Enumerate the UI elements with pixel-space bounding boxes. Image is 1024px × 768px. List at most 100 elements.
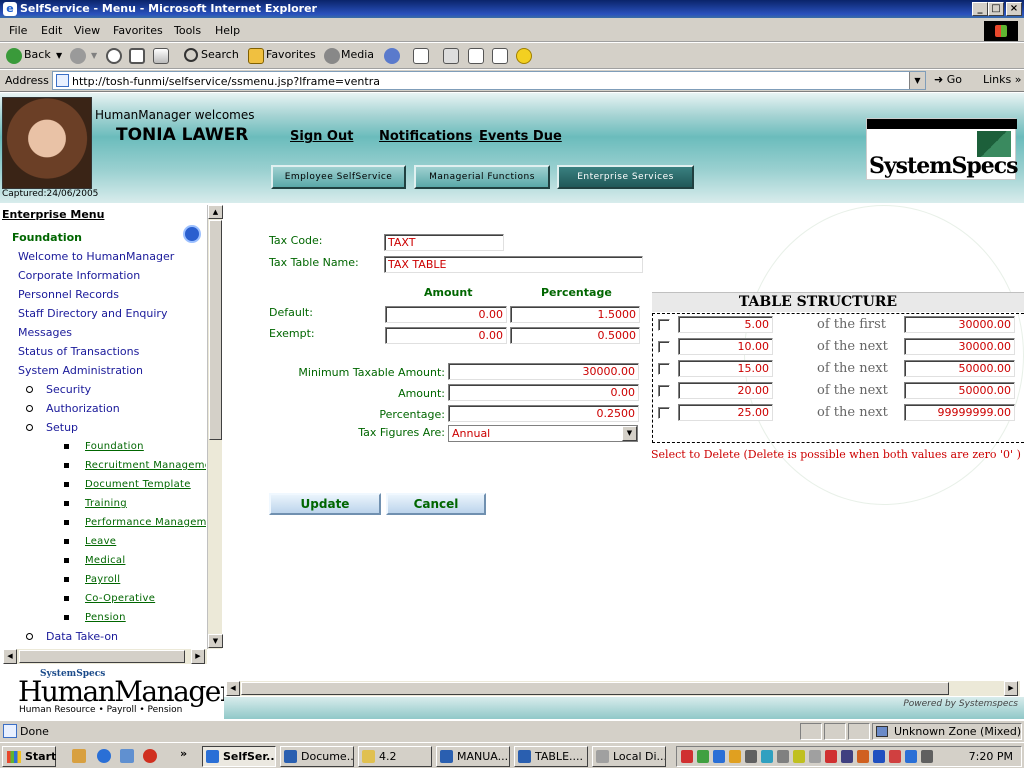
search-button[interactable]: Search	[201, 48, 239, 61]
tray-icon[interactable]	[873, 750, 885, 763]
setup-item-leave[interactable]: Leave	[85, 536, 116, 547]
tray-icon[interactable]	[889, 750, 901, 763]
address-dropdown-icon[interactable]: ▼	[909, 72, 925, 89]
tray-icon[interactable]	[905, 750, 917, 763]
update-button[interactable]: Update	[269, 493, 381, 515]
row-delete-checkbox[interactable]	[658, 319, 670, 331]
maximize-button[interactable]: □	[988, 2, 1004, 16]
discuss-icon[interactable]	[492, 48, 508, 64]
exempt-amount-input[interactable]: 0.00	[385, 327, 507, 344]
menu-item-staff-directory[interactable]: Staff Directory and Enquiry	[18, 307, 167, 320]
messenger-icon[interactable]	[516, 48, 532, 64]
task-document[interactable]: Docume...	[280, 746, 354, 767]
setup-item-payroll[interactable]: Payroll	[85, 574, 120, 585]
menu-help[interactable]: Help	[215, 24, 240, 37]
task-selfservice[interactable]: SelfSer...	[202, 746, 276, 767]
back-button[interactable]: Back	[24, 48, 51, 61]
tray-icon[interactable]	[777, 750, 789, 763]
scroll-left-icon[interactable]: ◀	[3, 649, 17, 664]
scroll-down-icon[interactable]: ▼	[208, 634, 223, 648]
menu-favorites[interactable]: Favorites	[113, 24, 163, 37]
menu-item-corporate-information[interactable]: Corporate Information	[18, 269, 140, 282]
limit-input[interactable]: 50000.00	[904, 360, 1015, 377]
row-delete-checkbox[interactable]	[658, 407, 670, 419]
quicklaunch-media-icon[interactable]	[143, 749, 157, 763]
default-amount-input[interactable]: 0.00	[385, 306, 507, 323]
quicklaunch-ie-icon[interactable]	[97, 749, 111, 763]
scroll-right-icon[interactable]: ▶	[1004, 681, 1018, 696]
scroll-up-icon[interactable]: ▲	[208, 205, 223, 219]
rate-input[interactable]: 20.00	[678, 382, 773, 399]
menu-item-setup[interactable]: Setup	[46, 421, 78, 434]
scroll-thumb[interactable]	[241, 682, 949, 695]
task-local-disk[interactable]: Local Di...	[592, 746, 666, 767]
tray-icon[interactable]	[745, 750, 757, 763]
collapse-icon[interactable]	[183, 225, 201, 243]
close-button[interactable]: ×	[1006, 2, 1022, 16]
scroll-thumb[interactable]	[19, 650, 185, 663]
menu-item-data-take-on[interactable]: Data Take-on	[46, 630, 118, 643]
task-folder-4-2[interactable]: 4.2	[358, 746, 432, 767]
setup-item-recruitment[interactable]: Recruitment Management	[85, 460, 206, 471]
tab-employee-selfservice[interactable]: Employee SelfService	[271, 165, 406, 189]
menu-item-messages[interactable]: Messages	[18, 326, 72, 339]
percentage-input[interactable]: 0.2500	[448, 405, 639, 422]
tray-icon[interactable]	[681, 750, 693, 763]
setup-item-medical[interactable]: Medical	[85, 555, 125, 566]
tray-icon[interactable]	[697, 750, 709, 763]
row-delete-checkbox[interactable]	[658, 385, 670, 397]
quicklaunch-outlook-icon[interactable]	[120, 749, 134, 763]
tax-table-name-input[interactable]: TAX TABLE	[384, 256, 643, 273]
events-due-link[interactable]: Events Due	[479, 129, 562, 144]
row-delete-checkbox[interactable]	[658, 341, 670, 353]
refresh-icon[interactable]	[129, 48, 145, 64]
tray-icon[interactable]	[857, 750, 869, 763]
setup-item-document-template[interactable]: Document Template	[85, 479, 191, 490]
tray-icon[interactable]	[825, 750, 837, 763]
sidebar-vertical-scrollbar[interactable]: ▲ ▼	[207, 205, 223, 649]
tray-icon[interactable]	[729, 750, 741, 763]
tax-figures-select[interactable]: Annual ▼	[448, 425, 638, 442]
setup-item-training[interactable]: Training	[85, 498, 127, 509]
notifications-link[interactable]: Notifications	[379, 129, 472, 144]
sidebar-horizontal-scrollbar[interactable]: ◀ ▶	[3, 649, 207, 664]
menu-item-personnel-records[interactable]: Personnel Records	[18, 288, 119, 301]
menu-item-system-administration[interactable]: System Administration	[18, 364, 143, 377]
rate-input[interactable]: 10.00	[678, 338, 773, 355]
forward-arrow-icon[interactable]	[70, 48, 86, 64]
scroll-right-icon[interactable]: ▶	[191, 649, 205, 664]
setup-item-co-operative[interactable]: Co-Operative	[85, 593, 155, 604]
print-icon[interactable]	[443, 48, 459, 64]
tray-icon[interactable]	[841, 750, 853, 763]
quicklaunch-more-icon[interactable]: »	[180, 747, 187, 760]
go-button[interactable]: ➜ Go	[934, 73, 962, 86]
menu-item-authorization[interactable]: Authorization	[46, 402, 120, 415]
chevron-down-icon[interactable]: ▼	[622, 426, 637, 441]
rate-input[interactable]: 15.00	[678, 360, 773, 377]
menu-tools[interactable]: Tools	[174, 24, 201, 37]
exempt-percentage-input[interactable]: 0.5000	[510, 327, 640, 344]
tab-enterprise-services[interactable]: Enterprise Services	[557, 165, 694, 189]
task-table[interactable]: TABLE....	[514, 746, 588, 767]
home-icon[interactable]	[153, 48, 169, 64]
task-manual[interactable]: MANUA...	[436, 746, 510, 767]
history-icon[interactable]	[384, 48, 400, 64]
links-button[interactable]: Links »	[983, 73, 1022, 86]
menu-root-foundation[interactable]: Foundation	[12, 231, 82, 244]
sign-out-link[interactable]: Sign Out	[290, 129, 353, 144]
default-percentage-input[interactable]: 1.5000	[510, 306, 640, 323]
tax-code-input[interactable]: TAXT	[384, 234, 504, 251]
menu-item-security[interactable]: Security	[46, 383, 91, 396]
scroll-left-icon[interactable]: ◀	[226, 681, 240, 696]
address-url[interactable]: http://tosh-funmi/selfservice/ssmenu.jsp…	[72, 75, 380, 88]
mail-icon[interactable]	[413, 48, 429, 64]
quicklaunch-desktop-icon[interactable]	[72, 749, 86, 763]
amount-input[interactable]: 0.00	[448, 384, 639, 401]
stop-icon[interactable]	[106, 48, 122, 64]
media-button[interactable]: Media	[341, 48, 374, 61]
min-taxable-input[interactable]: 30000.00	[448, 363, 639, 380]
favorites-button[interactable]: Favorites	[266, 48, 316, 61]
rate-input[interactable]: 25.00	[678, 404, 773, 421]
tray-icon[interactable]	[793, 750, 805, 763]
limit-input[interactable]: 30000.00	[904, 316, 1015, 333]
